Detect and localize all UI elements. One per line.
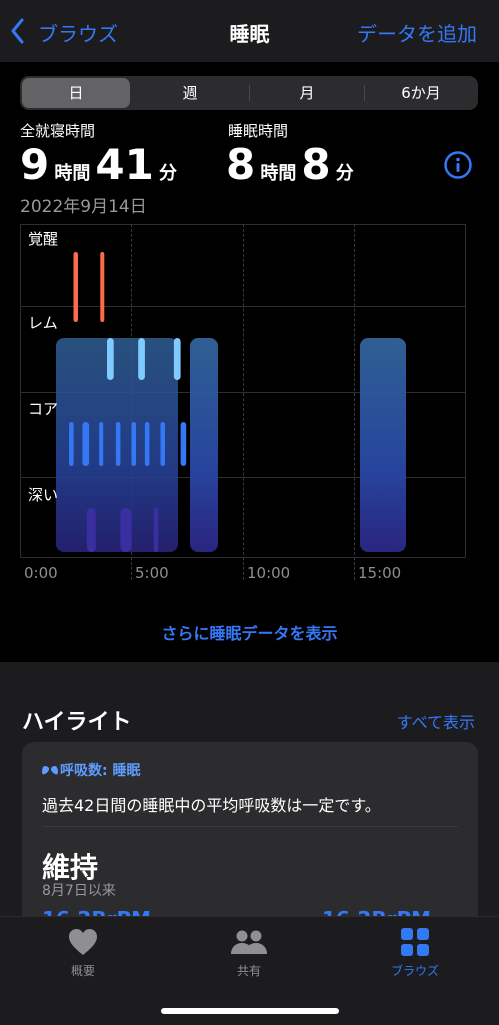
minutes-unit: 分 xyxy=(158,163,177,184)
tab-browse-label: ブラウズ xyxy=(390,964,439,978)
deep-stage-mark xyxy=(120,508,132,552)
segment-divider xyxy=(249,85,250,101)
tab-browse[interactable]: ブラウズ xyxy=(355,928,475,979)
card-divider xyxy=(42,826,458,827)
core-stage-mark xyxy=(99,422,104,466)
stage-label-core: コア xyxy=(28,400,59,418)
in-bed-hours: 9 xyxy=(20,140,50,189)
card-tag-label: 呼吸数: 睡眠 xyxy=(60,763,141,779)
rem-stage-mark xyxy=(173,338,181,380)
deep-stage-mark xyxy=(153,508,159,552)
stage-label-deep: 深い xyxy=(28,486,59,504)
sleep-stages-plot xyxy=(56,252,406,552)
highlight-card[interactable]: 呼吸数: 睡眠 過去42日間の睡眠中の平均呼吸数は一定です。 維持 8月7日以来… xyxy=(22,742,478,942)
core-stage-mark xyxy=(180,422,187,466)
segment-divider xyxy=(364,85,365,101)
in-bed-minutes: 41 xyxy=(95,140,154,189)
home-indicator xyxy=(161,1008,339,1014)
see-all-link[interactable]: すべて表示 xyxy=(397,709,475,733)
sleep-session-band xyxy=(190,338,218,552)
add-data-button[interactable]: データを追加 xyxy=(357,18,477,47)
tab-sharing-label: 共有 xyxy=(236,964,261,978)
asleep-hours: 8 xyxy=(226,140,256,189)
period-segmented-control: 日 週 月 6か月 xyxy=(20,76,478,110)
grid-icon xyxy=(401,928,429,956)
in-bed-label: 全就寝時間 xyxy=(20,122,96,140)
in-bed-value: 9 時間 41 分 xyxy=(20,140,177,189)
deep-stage-mark xyxy=(86,508,96,552)
stage-label-rem: レム xyxy=(28,314,58,332)
show-more-sleep-data-link[interactable]: さらに睡眠データを表示 xyxy=(0,620,499,644)
sleep-session-band xyxy=(360,338,406,552)
people-icon xyxy=(231,930,267,954)
asleep-value: 8 時間 8 分 xyxy=(226,140,354,189)
stage-label-awake: 覚醒 xyxy=(28,230,59,248)
card-tag: 呼吸数: 睡眠 xyxy=(42,760,140,780)
core-stage-mark xyxy=(115,422,121,466)
minutes-unit: 分 xyxy=(335,163,354,184)
core-stage-mark xyxy=(131,422,136,466)
core-stage-mark xyxy=(82,422,90,466)
date-label: 2022年9月14日 xyxy=(20,197,147,217)
asleep-label: 睡眠時間 xyxy=(228,122,289,140)
tab-sharing[interactable]: 共有 xyxy=(189,928,309,979)
core-stage-mark xyxy=(69,422,74,466)
lungs-icon xyxy=(42,762,60,779)
awake-stage-mark xyxy=(73,252,78,322)
segment-day[interactable]: 日 xyxy=(22,78,130,108)
hours-unit: 時間 xyxy=(260,163,297,184)
rem-stage-mark xyxy=(107,338,114,380)
x-tick-label: 15:00 xyxy=(358,564,402,582)
segment-month[interactable]: 月 xyxy=(252,76,362,110)
sleep-stages-chart: 覚醒 レム コア 深い 0:00 5:00 10:00 15:00 xyxy=(20,224,466,582)
highlights-title: ハイライト xyxy=(22,710,132,735)
segment-week[interactable]: 週 xyxy=(134,76,246,110)
core-stage-mark xyxy=(144,422,150,466)
card-description: 過去42日間の睡眠中の平均呼吸数は一定です。 xyxy=(42,796,381,815)
tab-summary[interactable]: 概要 xyxy=(23,928,143,979)
tab-summary-label: 概要 xyxy=(70,964,95,978)
x-tick-label: 0:00 xyxy=(24,564,58,582)
x-tick-label: 10:00 xyxy=(247,564,291,582)
awake-stage-mark xyxy=(100,252,105,322)
asleep-minutes: 8 xyxy=(301,140,331,189)
core-stage-mark xyxy=(160,422,165,466)
heart-icon xyxy=(69,929,97,955)
hours-unit: 時間 xyxy=(54,163,91,184)
card-since: 8月7日以来 xyxy=(42,883,116,899)
x-tick-label: 5:00 xyxy=(135,564,169,582)
rem-stage-mark xyxy=(138,338,145,380)
segment-six-months[interactable]: 6か月 xyxy=(366,76,476,110)
info-icon[interactable] xyxy=(444,151,472,179)
